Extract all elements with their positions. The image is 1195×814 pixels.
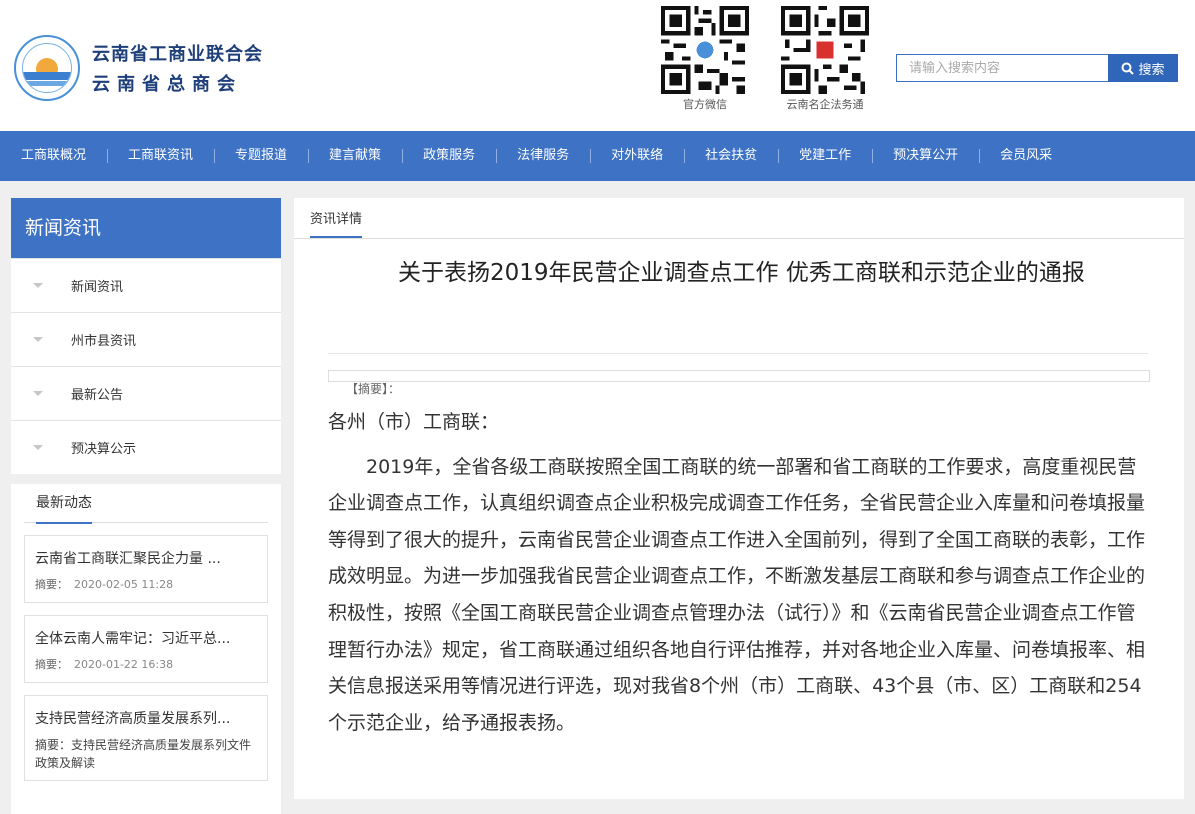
article-body: 各州（市）工商联： 2019年，全省各级工商联按照全国工商联的统一部署和省工商联…	[328, 404, 1148, 741]
article-paragraph: 2019年，全省各级工商联按照全国工商联的统一部署和省工商联的工作要求，高度重视…	[328, 455, 1146, 734]
qr-code-legal-icon	[781, 6, 869, 94]
news-meta-label: 摘要：	[35, 658, 68, 671]
nav-item-suggestions[interactable]: 建言献策	[308, 131, 402, 181]
site-name: 云南省工商业联合会 云南省总商会	[92, 40, 263, 96]
site-logo[interactable]: 云南省工商业联合会 云南省总商会	[14, 35, 263, 101]
search-button-label: 搜索	[1138, 62, 1165, 78]
nav-item-party[interactable]: 党建工作	[778, 131, 872, 181]
news-meta-label: 摘要：	[35, 738, 72, 752]
news-title[interactable]: 云南省工商联汇聚民企力量 ...	[35, 548, 257, 568]
divider	[328, 353, 1148, 354]
sidebar-item-news[interactable]: 新闻资讯	[11, 258, 281, 312]
site-name-line1: 云南省工商业联合会	[92, 44, 263, 65]
news-meta: 摘要：支持民营经济高质量发展系列文件政策及解读	[35, 736, 257, 772]
news-title[interactable]: 支持民营经济高质量发展系列...	[35, 708, 257, 728]
triangle-down-icon	[33, 337, 43, 342]
breadcrumb: 资讯详情	[294, 198, 1184, 239]
qr-label-legal: 云南名企法务通	[786, 98, 864, 111]
article-panel: 资讯详情 关于表扬2019年民营企业调查点工作 优秀工商联和示范企业的通报 【摘…	[294, 198, 1184, 799]
triangle-down-icon	[33, 391, 43, 396]
sidebar-title: 新闻资讯	[11, 198, 281, 258]
nav-item-poverty[interactable]: 社会扶贫	[684, 131, 778, 181]
news-date: 2020-01-22 16:38	[74, 658, 174, 671]
nav-item-budget[interactable]: 预决算公开	[872, 131, 979, 181]
breadcrumb-current: 资讯详情	[310, 208, 363, 238]
article-salutation: 各州（市）工商联：	[328, 411, 500, 433]
abstract-box	[328, 370, 1150, 382]
article-title: 关于表扬2019年民营企业调查点工作 优秀工商联和示范企业的通报	[398, 260, 1085, 286]
sidebar-item-label: 最新公告	[71, 388, 124, 403]
latest-news-tab-bar: 最新动态	[24, 484, 268, 524]
sidebar-item-announcements[interactable]: 最新公告	[11, 366, 281, 420]
news-meta: 摘要： 2020-01-22 16:38	[35, 656, 257, 674]
news-card[interactable]: 云南省工商联汇聚民企力量 ... 摘要： 2020-02-05 11:28	[24, 535, 268, 603]
nav-item-overview[interactable]: 工商联概况	[0, 131, 107, 181]
site-name-line2: 云南省总商会	[92, 74, 242, 95]
latest-news-panel: 最新动态 云南省工商联汇聚民企力量 ... 摘要： 2020-02-05 11:2…	[11, 484, 281, 814]
sidebar-item-label: 新闻资讯	[71, 280, 124, 295]
news-meta: 摘要： 2020-02-05 11:28	[35, 576, 257, 594]
tab-latest-news[interactable]: 最新动态	[36, 492, 92, 524]
nav-item-external[interactable]: 对外联络	[590, 131, 684, 181]
sidebar-item-label: 州市县资讯	[71, 334, 137, 349]
sidebar-item-budget[interactable]: 预决算公示	[11, 420, 281, 474]
header: 云南省工商业联合会 云南省总商会 官方微信 云南名企法务通 请输入搜索内容 搜索	[0, 0, 1195, 131]
search-button[interactable]: 搜索	[1108, 54, 1178, 82]
search-input[interactable]	[896, 54, 1108, 82]
nav-item-policy[interactable]: 政策服务	[402, 131, 496, 181]
sidebar-item-label: 预决算公示	[71, 442, 137, 457]
news-card[interactable]: 全体云南人需牢记：习近平总... 摘要： 2020-01-22 16:38	[24, 615, 268, 683]
logo-emblem-icon	[14, 35, 80, 101]
news-title[interactable]: 全体云南人需牢记：习近平总...	[35, 628, 257, 648]
qr-label-wechat: 官方微信	[683, 98, 727, 111]
nav-item-news[interactable]: 工商联资讯	[107, 131, 214, 181]
search-icon	[1121, 62, 1135, 75]
news-date: 2020-02-05 11:28	[74, 578, 174, 591]
article-abstract: 【摘要】：	[346, 382, 401, 396]
triangle-down-icon	[33, 283, 43, 288]
qr-code-wechat-icon	[661, 6, 749, 94]
nav-item-members[interactable]: 会员风采	[979, 131, 1073, 181]
nav-item-features[interactable]: 专题报道	[214, 131, 308, 181]
sidebar-item-county-news[interactable]: 州市县资讯	[11, 312, 281, 366]
news-meta-label: 摘要：	[35, 578, 68, 591]
search-bar: 搜索	[896, 54, 1184, 82]
news-card[interactable]: 支持民营经济高质量发展系列... 摘要：支持民营经济高质量发展系列文件政策及解读	[24, 695, 268, 781]
triangle-down-icon	[33, 445, 43, 450]
sidebar: 新闻资讯 新闻资讯 州市县资讯 最新公告 预决算公示 最新动态 云南省工商联汇聚…	[11, 198, 281, 814]
nav-item-legal[interactable]: 法律服务	[496, 131, 590, 181]
main-nav: 工商联概况 工商联资讯 专题报道 建言献策 政策服务 法律服务 对外联络 社会扶…	[0, 131, 1195, 181]
